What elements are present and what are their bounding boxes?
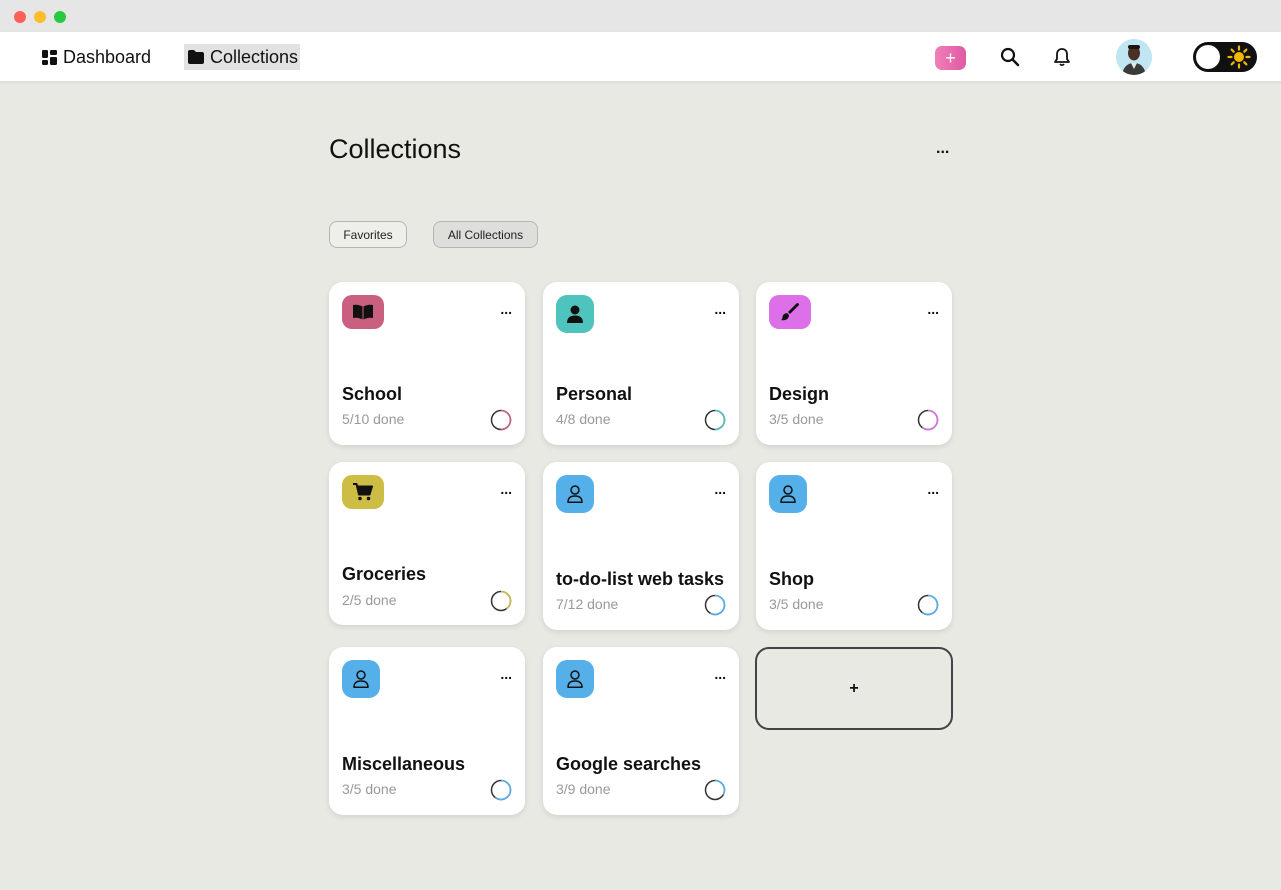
collection-card-google-searches[interactable]: ... Google searches 3/9 done xyxy=(543,647,739,815)
collection-name: Shop xyxy=(769,569,814,589)
progress-ring xyxy=(704,779,726,801)
collection-name: Miscellaneous xyxy=(342,754,466,774)
collection-icon-design xyxy=(769,295,811,329)
collection-progress-text: 3/5 done xyxy=(769,411,824,427)
close-window-button[interactable] xyxy=(14,11,26,23)
collection-progress-text: 3/5 done xyxy=(342,781,397,797)
collection-progress-text: 5/10 done xyxy=(342,411,405,427)
collection-icon-school xyxy=(342,295,384,329)
collection-more-button[interactable]: ... xyxy=(500,667,512,681)
all-collections-filter[interactable]: All Collections xyxy=(433,221,538,248)
progress-ring xyxy=(917,409,939,431)
user-avatar[interactable] xyxy=(1116,39,1152,75)
collection-progress-text: 2/5 done xyxy=(342,592,397,608)
bell-icon xyxy=(1054,48,1070,67)
collection-more-button[interactable]: ... xyxy=(500,482,512,496)
collection-progress-text: 3/9 done xyxy=(556,781,611,797)
avatar-image xyxy=(1116,39,1152,75)
collection-name: Groceries xyxy=(342,564,427,584)
collection-card-design[interactable]: ... Design 3/5 done xyxy=(756,282,952,445)
nav-collections-link[interactable]: Collections xyxy=(184,44,301,70)
dashboard-icon xyxy=(42,49,57,65)
collection-more-button[interactable]: ... xyxy=(714,302,726,316)
notifications-button[interactable] xyxy=(1051,46,1073,68)
progress-ring xyxy=(704,409,726,431)
page-more-button[interactable]: ... xyxy=(936,140,949,158)
collection-name: Personal xyxy=(556,384,633,404)
collection-more-button[interactable]: ... xyxy=(927,482,939,496)
theme-toggle[interactable] xyxy=(1193,42,1257,72)
collection-progress-text: 3/5 done xyxy=(769,596,824,612)
person-icon xyxy=(567,305,583,323)
progress-ring xyxy=(704,594,726,616)
user-outline-icon xyxy=(780,485,796,503)
cart-icon xyxy=(353,483,373,501)
progress-ring xyxy=(490,409,512,431)
collection-name: Google searches xyxy=(556,754,702,774)
add-collection-label: + xyxy=(849,679,859,697)
folder-icon xyxy=(188,50,204,64)
collection-name: Design xyxy=(769,384,830,404)
collection-more-button[interactable]: ... xyxy=(500,302,512,316)
collection-more-button[interactable]: ... xyxy=(927,302,939,316)
collection-icon-shop xyxy=(769,475,807,513)
collection-card-shop[interactable]: ... Shop 3/5 done xyxy=(756,462,952,630)
collection-card-groceries[interactable]: ... Groceries 2/5 done xyxy=(329,462,525,625)
add-button[interactable]: + xyxy=(935,46,966,70)
progress-ring xyxy=(490,590,512,612)
collection-progress-text: 4/8 done xyxy=(556,411,611,427)
add-collection-button[interactable]: + xyxy=(755,647,953,730)
progress-ring xyxy=(490,779,512,801)
collection-icon-todo xyxy=(556,475,594,513)
nav-dashboard-label: Dashboard xyxy=(63,46,152,67)
user-outline-icon xyxy=(567,485,583,503)
favorites-filter[interactable]: Favorites xyxy=(329,221,407,248)
add-button-label: + xyxy=(945,47,956,68)
search-button[interactable] xyxy=(999,46,1021,68)
collection-icon-personal xyxy=(556,295,594,333)
nav-collections-label: Collections xyxy=(210,46,299,67)
book-icon xyxy=(353,304,373,320)
sun-icon xyxy=(1227,45,1251,69)
nav-dashboard-link[interactable]: Dashboard xyxy=(40,44,153,70)
page-title: Collections xyxy=(329,134,462,164)
toggle-knob xyxy=(1196,45,1220,69)
minimize-window-button[interactable] xyxy=(34,11,46,23)
collection-card-todo[interactable]: ... to-do-list web tasks 7/12 done xyxy=(543,462,739,630)
user-outline-icon xyxy=(353,670,369,688)
window-titlebar xyxy=(0,0,1281,32)
collection-icon-groceries xyxy=(342,475,384,509)
collection-more-button[interactable]: ... xyxy=(714,482,726,496)
collection-card-miscellaneous[interactable]: ... Miscellaneous 3/5 done xyxy=(329,647,525,815)
collection-name: School xyxy=(342,384,403,404)
collection-progress-text: 7/12 done xyxy=(556,596,619,612)
progress-ring xyxy=(917,594,939,616)
collection-name: to-do-list web tasks xyxy=(556,569,725,589)
collection-card-personal[interactable]: ... Personal 4/8 done xyxy=(543,282,739,445)
top-navbar: Dashboard Collections xyxy=(0,32,1281,82)
collection-card-school[interactable]: ... School 5/10 done xyxy=(329,282,525,445)
collection-more-button[interactable]: ... xyxy=(714,667,726,681)
user-outline-icon xyxy=(567,670,583,688)
maximize-window-button[interactable] xyxy=(54,11,66,23)
collection-icon-google-searches xyxy=(556,660,594,698)
brush-icon xyxy=(781,303,799,321)
search-icon xyxy=(1000,47,1020,67)
collection-icon-miscellaneous xyxy=(342,660,380,698)
